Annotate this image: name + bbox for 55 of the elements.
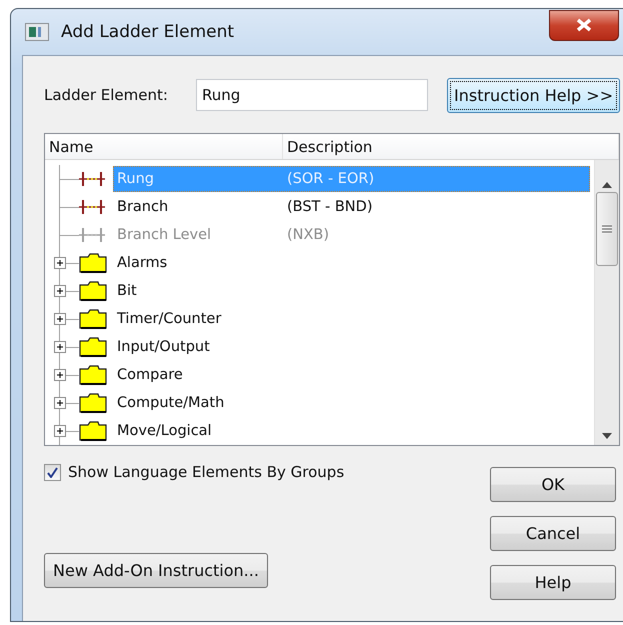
expand-icon[interactable]	[54, 313, 66, 325]
expand-icon[interactable]	[54, 397, 66, 409]
folder-icon	[79, 281, 107, 301]
item-name: Branch Level	[117, 227, 212, 243]
folder-icon	[79, 337, 107, 357]
item-name: Rung	[117, 171, 156, 187]
expand-icon[interactable]	[54, 369, 66, 381]
tree-item[interactable]: Move/Logical	[113, 418, 590, 444]
tree-item[interactable]: Compare	[113, 362, 590, 388]
folder-icon	[79, 421, 107, 441]
item-name: Branch	[117, 199, 170, 215]
tree-item[interactable]: Alarms	[113, 250, 590, 276]
scrollbar[interactable]	[594, 160, 619, 445]
cancel-button[interactable]: Cancel	[490, 516, 616, 551]
item-name: Bit	[117, 283, 138, 299]
field-label: Ladder Element:	[44, 86, 169, 104]
item-name: Move/Logical	[117, 423, 213, 439]
item-name: Timer/Counter	[117, 311, 222, 327]
window-title: Add Ladder Element	[61, 22, 236, 42]
tree-item[interactable]: Compute/Math	[113, 390, 590, 416]
column-header[interactable]: Description	[283, 134, 619, 159]
item-name: Alarms	[117, 255, 168, 271]
new-add-on-button[interactable]: New Add-On Instruction...	[44, 553, 268, 588]
expand-icon[interactable]	[54, 341, 66, 353]
item-name: Compare	[117, 367, 184, 383]
folder-icon	[79, 365, 107, 385]
app-icon	[25, 23, 49, 41]
tree-item[interactable]: Timer/Counter	[113, 306, 590, 332]
contact-icon	[79, 199, 105, 215]
scroll-thumb[interactable]	[596, 192, 618, 266]
column-header[interactable]: Name	[45, 134, 283, 159]
tree-item[interactable]: Input/Output	[113, 334, 590, 360]
instruction-help-button[interactable]: Instruction Help >>	[447, 78, 620, 112]
folder-icon	[79, 393, 107, 413]
item-description: (SOR - EOR)	[287, 171, 376, 187]
checkmark-icon	[47, 466, 58, 478]
contact-icon	[79, 171, 105, 187]
item-name: Input/Output	[117, 339, 211, 355]
tree-item[interactable]: Branch (BST - BND)	[113, 194, 590, 220]
expand-icon[interactable]	[54, 285, 66, 297]
help-button[interactable]: Help	[490, 565, 616, 600]
scroll-down-icon[interactable]	[602, 433, 612, 439]
ok-button[interactable]: OK	[490, 467, 616, 502]
ladder-element-field[interactable]: Rung	[196, 79, 428, 111]
item-description: (NXB)	[287, 227, 330, 243]
expand-icon[interactable]	[54, 257, 66, 269]
item-name: Compute/Math	[117, 395, 226, 411]
folder-icon	[79, 253, 107, 273]
item-description: (BST - BND)	[287, 199, 374, 215]
tree-item[interactable]: Bit	[113, 278, 590, 304]
close-icon	[575, 18, 593, 32]
folder-icon	[79, 309, 107, 329]
scroll-up-icon[interactable]	[602, 182, 612, 188]
close-button[interactable]	[549, 10, 619, 40]
expand-icon[interactable]	[54, 425, 66, 437]
